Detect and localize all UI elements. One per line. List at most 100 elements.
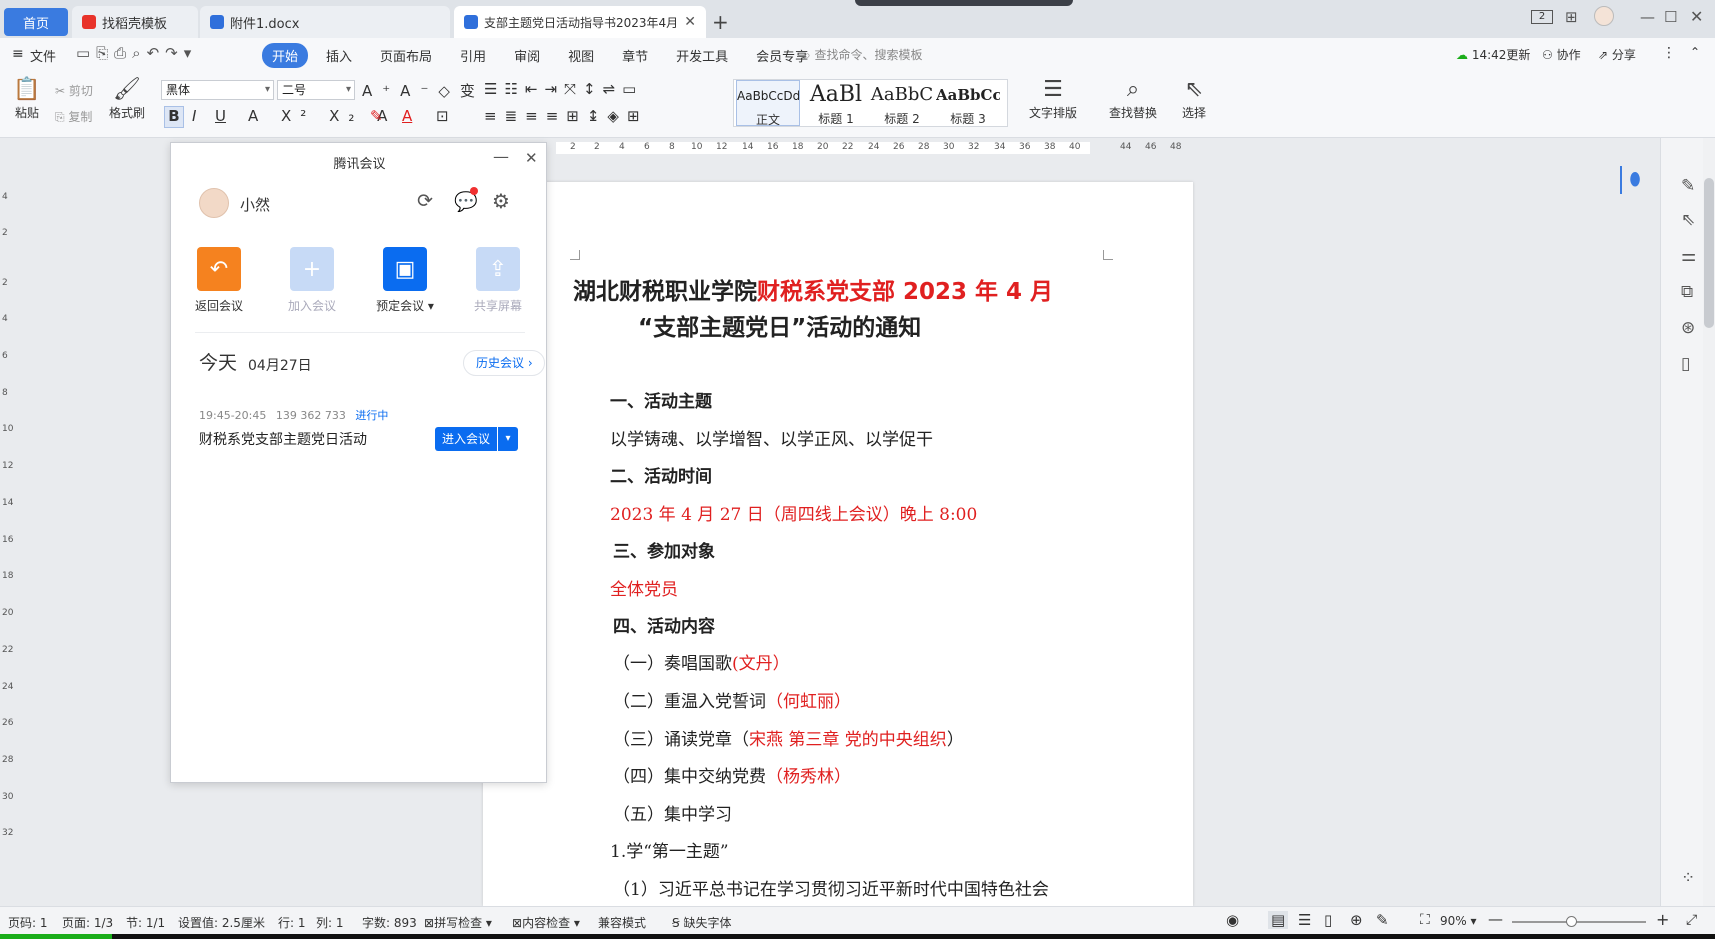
status-setting[interactable]: 设置值: 2.5厘米 <box>178 914 265 931</box>
font-color-button[interactable]: A <box>402 107 412 125</box>
tab-view[interactable]: 视图 <box>558 43 604 68</box>
format-painter-button[interactable]: 🖌 格式刷 <box>106 76 148 121</box>
align-tools[interactable]: ≡≣≡≡⊞↨◈⊞ <box>484 107 648 125</box>
font-size-tools[interactable]: A⁺A⁻◇变 <box>362 80 485 101</box>
refresh-icon[interactable]: ⟳ <box>417 190 433 212</box>
web-view-icon[interactable]: ⊕ <box>1350 911 1363 929</box>
pointer-icon[interactable]: ⇖ <box>1681 210 1695 230</box>
status-pages[interactable]: 页面: 1/3 <box>62 914 113 931</box>
compass-icon[interactable]: ⊛ <box>1681 318 1695 338</box>
font-size-select[interactable]: 二号 <box>277 80 355 100</box>
status-row[interactable]: 行: 1 <box>278 914 306 931</box>
bold-button[interactable]: B <box>164 106 184 128</box>
page-view-icon[interactable]: ▤ <box>1268 911 1289 929</box>
file-menu[interactable]: 文件 <box>30 46 56 65</box>
zoom-slider[interactable] <box>1512 921 1646 923</box>
sliders-icon[interactable]: ⚌ <box>1681 246 1696 266</box>
tab-review[interactable]: 审阅 <box>504 43 550 68</box>
share-button[interactable]: ⇗ 分享 <box>1598 46 1636 63</box>
tab-section[interactable]: 章节 <box>612 43 658 68</box>
minimize-icon[interactable]: — <box>1640 8 1655 26</box>
location-pin-icon[interactable]: ⬮ <box>1620 166 1648 194</box>
join-meeting-button[interactable]: + 加入会议 <box>272 247 352 314</box>
tab-insert[interactable]: 插入 <box>316 43 362 68</box>
new-tab-button[interactable]: + <box>712 10 729 34</box>
highlight-icon[interactable]: ✎ <box>370 107 383 125</box>
missing-font-button[interactable]: Ꞩ 缺失字体 <box>672 914 731 931</box>
ruler-tick: 26 <box>2 718 14 728</box>
spell-check-button[interactable]: ⊠拼写检查 ▾ <box>424 914 492 931</box>
find-replace-button[interactable]: ⌕ 查找替换 <box>1100 76 1166 121</box>
tab-attachment[interactable]: 附件1.docx <box>200 6 450 38</box>
content-check-button[interactable]: ⊠内容检查 ▾ <box>512 914 580 931</box>
scrollbar-thumb[interactable] <box>1704 178 1714 328</box>
compat-mode[interactable]: 兼容模式 <box>598 914 646 931</box>
pen-mode-icon[interactable]: ✎ <box>1376 911 1389 929</box>
zoom-level[interactable]: 90% ▾ <box>1440 914 1477 928</box>
char-border-icon[interactable]: ⊡ <box>436 107 449 125</box>
enter-meeting-dropdown[interactable]: ▾ <box>498 427 518 451</box>
document-page[interactable]: 湖北财税职业学院财税系党支部 2023 年 4 月 “支部主题党日”活动的通知 … <box>483 182 1193 906</box>
style-heading-3[interactable]: AaBbCcI 标题 3 <box>936 80 1000 126</box>
avatar[interactable] <box>1594 6 1614 26</box>
read-mode-icon[interactable]: ▯ <box>1324 911 1332 929</box>
image-tools-icon[interactable]: ⧉ <box>1681 282 1693 302</box>
tab-developer[interactable]: 开发工具 <box>666 43 738 68</box>
close-tab-icon[interactable]: ✕ <box>684 14 696 30</box>
window-count-badge[interactable]: 2 <box>1531 10 1553 24</box>
tab-start[interactable]: 开始 <box>262 43 309 68</box>
gear-icon[interactable]: ⚙ <box>492 189 510 213</box>
fullscreen-icon[interactable]: ⤢ <box>1686 912 1697 928</box>
cloud-sync-status[interactable]: ☁ 14:42更新 <box>1456 46 1530 63</box>
more-dots-icon[interactable]: ⁘ <box>1681 868 1695 888</box>
collab-button[interactable]: ⚇ 协作 <box>1542 46 1581 63</box>
style-normal[interactable]: AaBbCcDd 正文 <box>736 80 800 127</box>
list-tools[interactable]: ☰☷⇤⇥⤧↕⇌▭ <box>484 80 643 98</box>
status-words[interactable]: 字数: 893 <box>362 914 417 931</box>
font-family-select[interactable]: 黑体 <box>161 80 274 100</box>
vertical-ruler[interactable]: 4 2 2 4 6 8 10 12 14 16 18 20 22 24 26 2… <box>0 158 14 906</box>
close-icon[interactable]: ✕ <box>525 149 538 167</box>
zoom-out-button[interactable]: — <box>1488 910 1503 928</box>
quick-access-icons[interactable]: ▭⎘⎙⌕↶↷▾ <box>76 44 197 62</box>
status-section[interactable]: 节: 1/1 <box>126 914 165 931</box>
pen-icon[interactable]: ✎ <box>1681 176 1695 196</box>
share-screen-button[interactable]: ⇪ 共享屏幕 <box>458 247 538 314</box>
tab-references[interactable]: 引用 <box>450 43 496 68</box>
floating-toolbar[interactable] <box>855 0 1073 6</box>
maximize-icon[interactable]: ☐ <box>1664 8 1677 26</box>
style-heading-2[interactable]: AaBbC 标题 2 <box>870 80 934 126</box>
fit-page-icon[interactable]: ⛶ <box>1420 912 1430 928</box>
hamburger-icon[interactable]: ≡ <box>12 46 24 62</box>
minimize-icon[interactable]: — <box>493 147 509 166</box>
more-icon[interactable]: ⋮ <box>1662 45 1676 61</box>
schedule-meeting-button[interactable]: ▣ 预定会议 ▾ <box>365 247 445 314</box>
grid-icon[interactable]: ⊞ <box>1565 8 1578 26</box>
collapse-ribbon-icon[interactable]: ⌃ <box>1690 45 1700 59</box>
avatar[interactable] <box>199 188 229 218</box>
tab-active-doc[interactable]: 支部主题党日活动指导书2023年4月 ✕ <box>454 6 706 38</box>
tab-home[interactable]: 首页 <box>4 8 68 36</box>
tab-template[interactable]: 找稻壳模板 <box>72 6 198 38</box>
zoom-in-button[interactable]: + <box>1656 910 1669 929</box>
tab-layout[interactable]: 页面布局 <box>370 43 442 68</box>
paste-button[interactable]: 📋 粘贴 <box>10 76 44 121</box>
status-page[interactable]: 页码: 1 <box>8 914 48 931</box>
close-window-icon[interactable]: ✕ <box>1690 7 1703 26</box>
history-meetings-button[interactable]: 历史会议 › <box>463 350 545 376</box>
status-col[interactable]: 列: 1 <box>316 914 344 931</box>
book-icon[interactable]: ▯ <box>1681 354 1690 374</box>
underline-button[interactable]: U <box>215 107 226 125</box>
enter-meeting-button[interactable]: 进入会议 <box>435 427 497 451</box>
select-button[interactable]: ⇖ 选择 <box>1172 76 1216 121</box>
text-layout-button[interactable]: ☰ 文字排版 <box>1022 76 1084 121</box>
italic-button[interactable]: I <box>192 107 196 125</box>
command-search[interactable]: ⌕ 查找命令、搜索模板 <box>804 46 923 63</box>
copy-button[interactable]: ⎘ 复制 <box>55 108 92 125</box>
return-meeting-button[interactable]: ↶ 返回会议 <box>179 247 259 314</box>
zoom-slider-handle[interactable] <box>1566 916 1577 927</box>
outline-view-icon[interactable]: ☰ <box>1298 911 1311 929</box>
eye-icon[interactable]: ◉ <box>1226 911 1239 929</box>
cut-button[interactable]: ✂ 剪切 <box>55 82 93 99</box>
style-heading-1[interactable]: AaBl 标题 1 <box>804 80 868 126</box>
